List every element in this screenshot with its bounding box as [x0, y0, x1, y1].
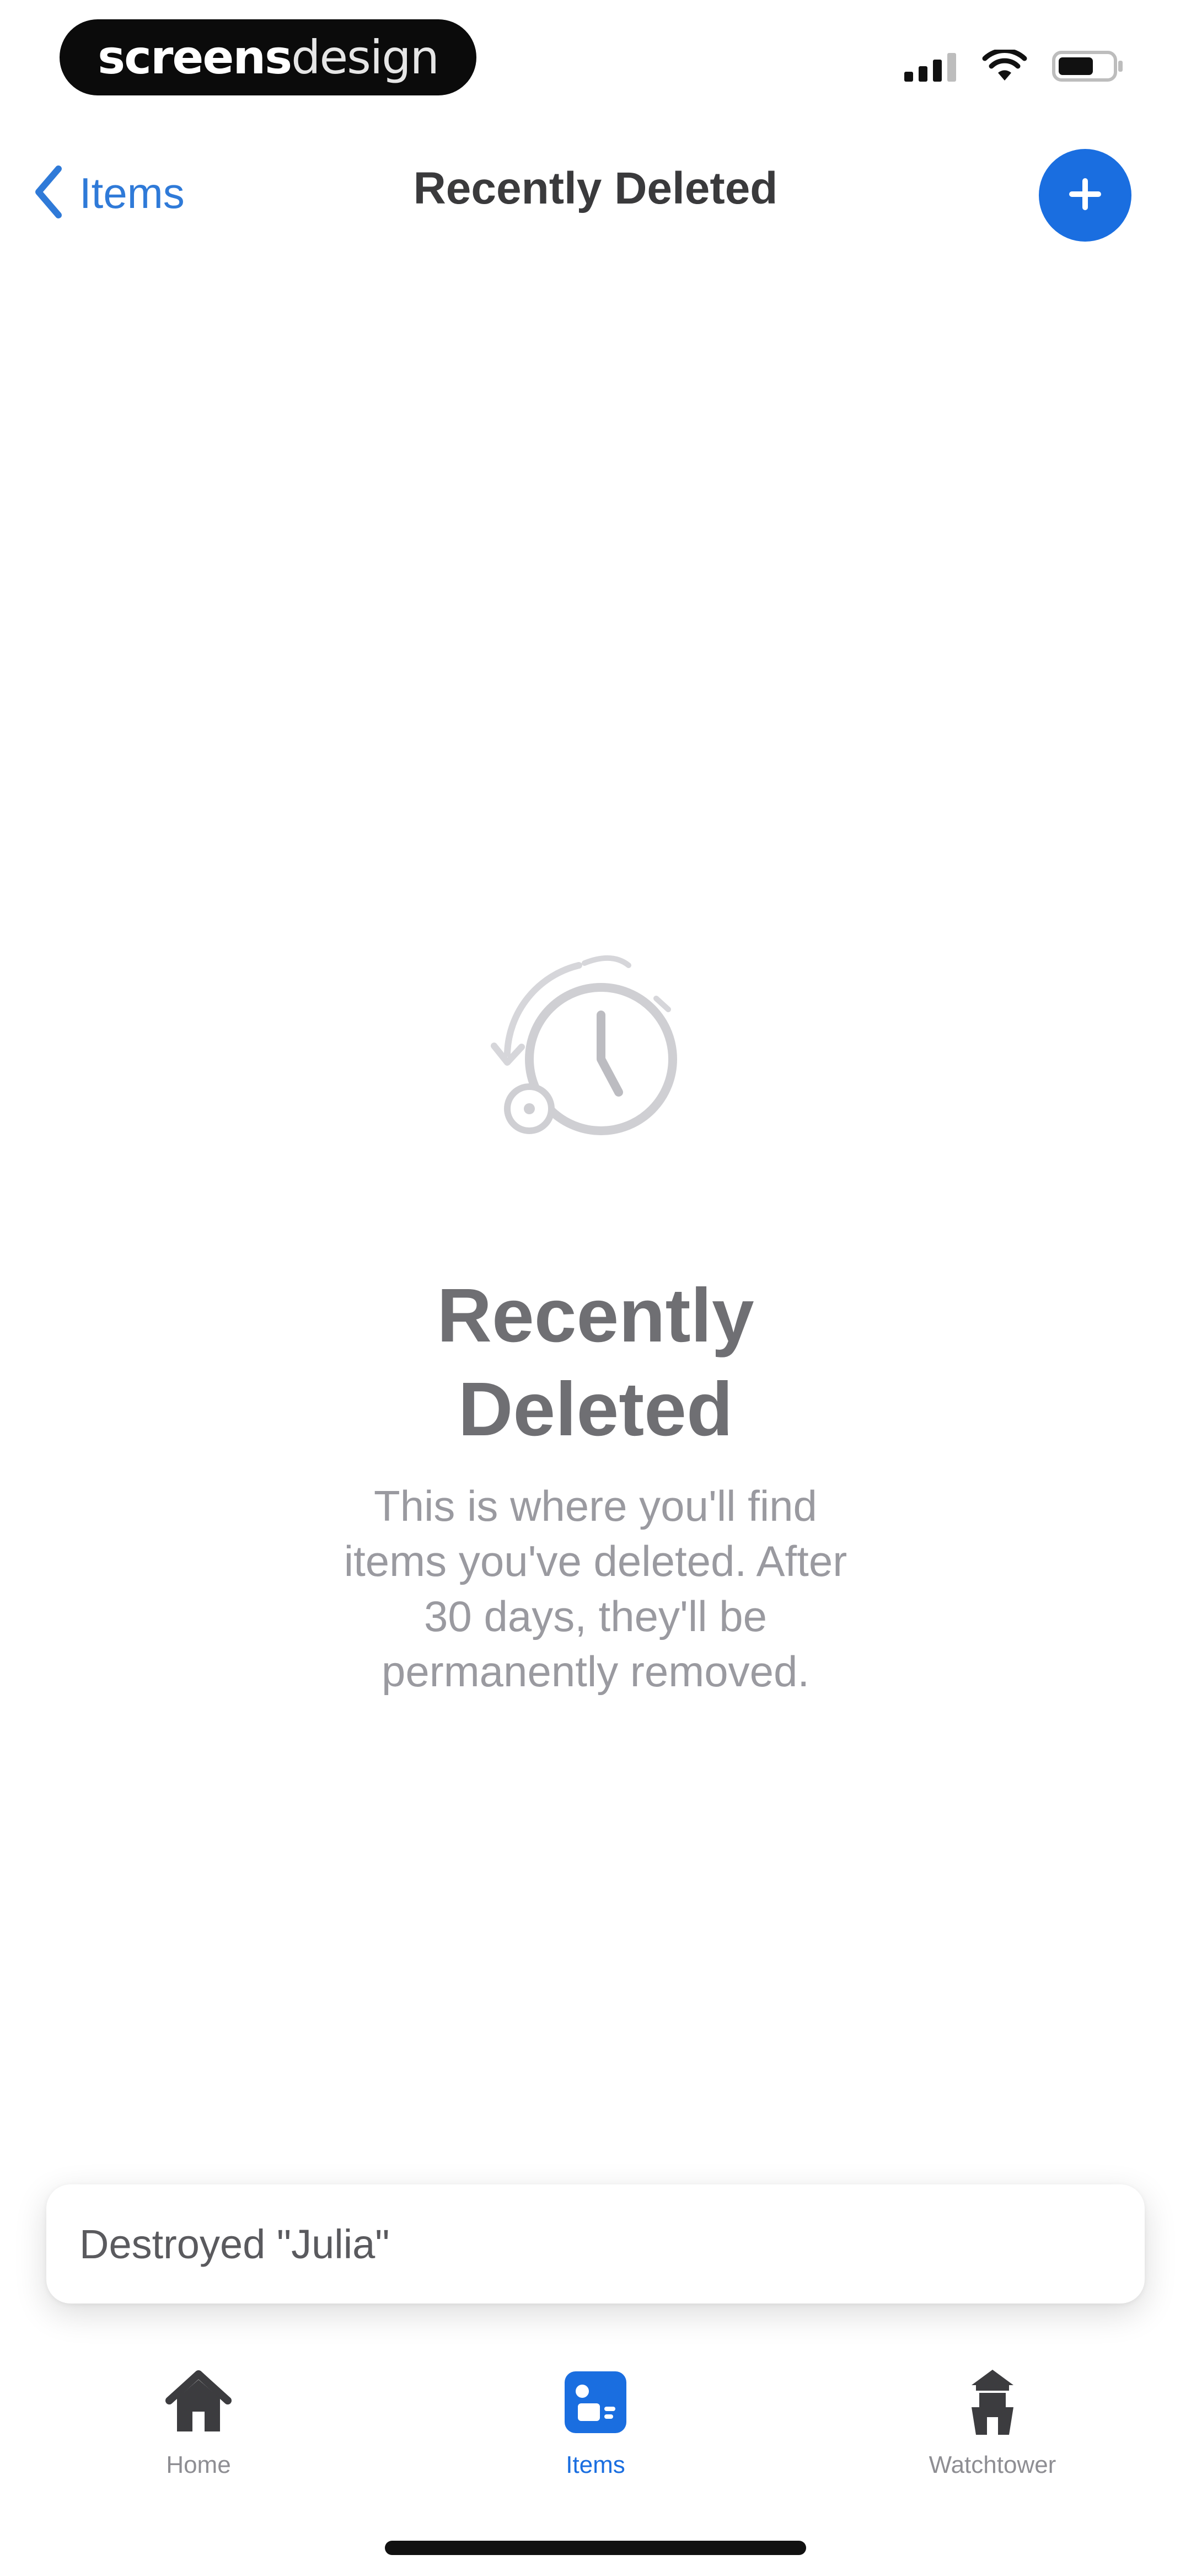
restore-clock-icon [474, 949, 717, 1158]
toast-message: Destroyed "Julia" [79, 2221, 390, 2267]
home-icon [157, 2361, 240, 2444]
tab-watchtower[interactable]: Watchtower [849, 2361, 1136, 2493]
watermark-text-part2: design [291, 30, 439, 84]
watermark-text-part1: screens [98, 30, 292, 84]
empty-state-title-line1: Recently [437, 1273, 754, 1358]
home-indicator[interactable] [385, 2541, 806, 2555]
page-title: Recently Deleted [413, 163, 778, 213]
tab-home-label: Home [166, 2451, 231, 2478]
empty-state-title: Recently Deleted [210, 1269, 981, 1456]
empty-state-description: This is where you'll find items you've d… [265, 1478, 926, 1699]
toast-notification[interactable]: Destroyed "Julia" [46, 2184, 1145, 2304]
status-icons [904, 47, 1125, 85]
navigation-bar: Items Recently Deleted [0, 132, 1191, 254]
tab-watchtower-label: Watchtower [929, 2451, 1056, 2478]
watermark-text: screensdesign [98, 34, 439, 81]
app-screen: screensdesign Items Recently Deleted Rec… [0, 0, 1191, 2576]
empty-state-description-line3: 30 days, they'll be [424, 1592, 767, 1640]
empty-state-description-line1: This is where you'll find [374, 1482, 817, 1530]
tab-items-label: Items [566, 2451, 625, 2478]
signal-icon [904, 51, 957, 84]
screensdesign-watermark: screensdesign [60, 19, 476, 95]
wifi-icon [981, 47, 1028, 85]
watchtower-icon [951, 2361, 1034, 2444]
empty-state-description-line2: items you've deleted. After [344, 1537, 847, 1585]
add-item-button[interactable] [1039, 149, 1131, 242]
empty-state-title-line2: Deleted [458, 1367, 733, 1452]
battery-icon [1052, 50, 1125, 85]
status-bar: screensdesign [0, 0, 1191, 116]
plus-icon [1067, 177, 1103, 215]
tab-items[interactable]: Items [452, 2361, 739, 2493]
empty-state-description-line4: permanently removed. [381, 1647, 810, 1696]
tab-home[interactable]: Home [55, 2361, 342, 2493]
items-icon [554, 2361, 637, 2444]
tab-bar: Home Items Watchtower [0, 2339, 1191, 2515]
